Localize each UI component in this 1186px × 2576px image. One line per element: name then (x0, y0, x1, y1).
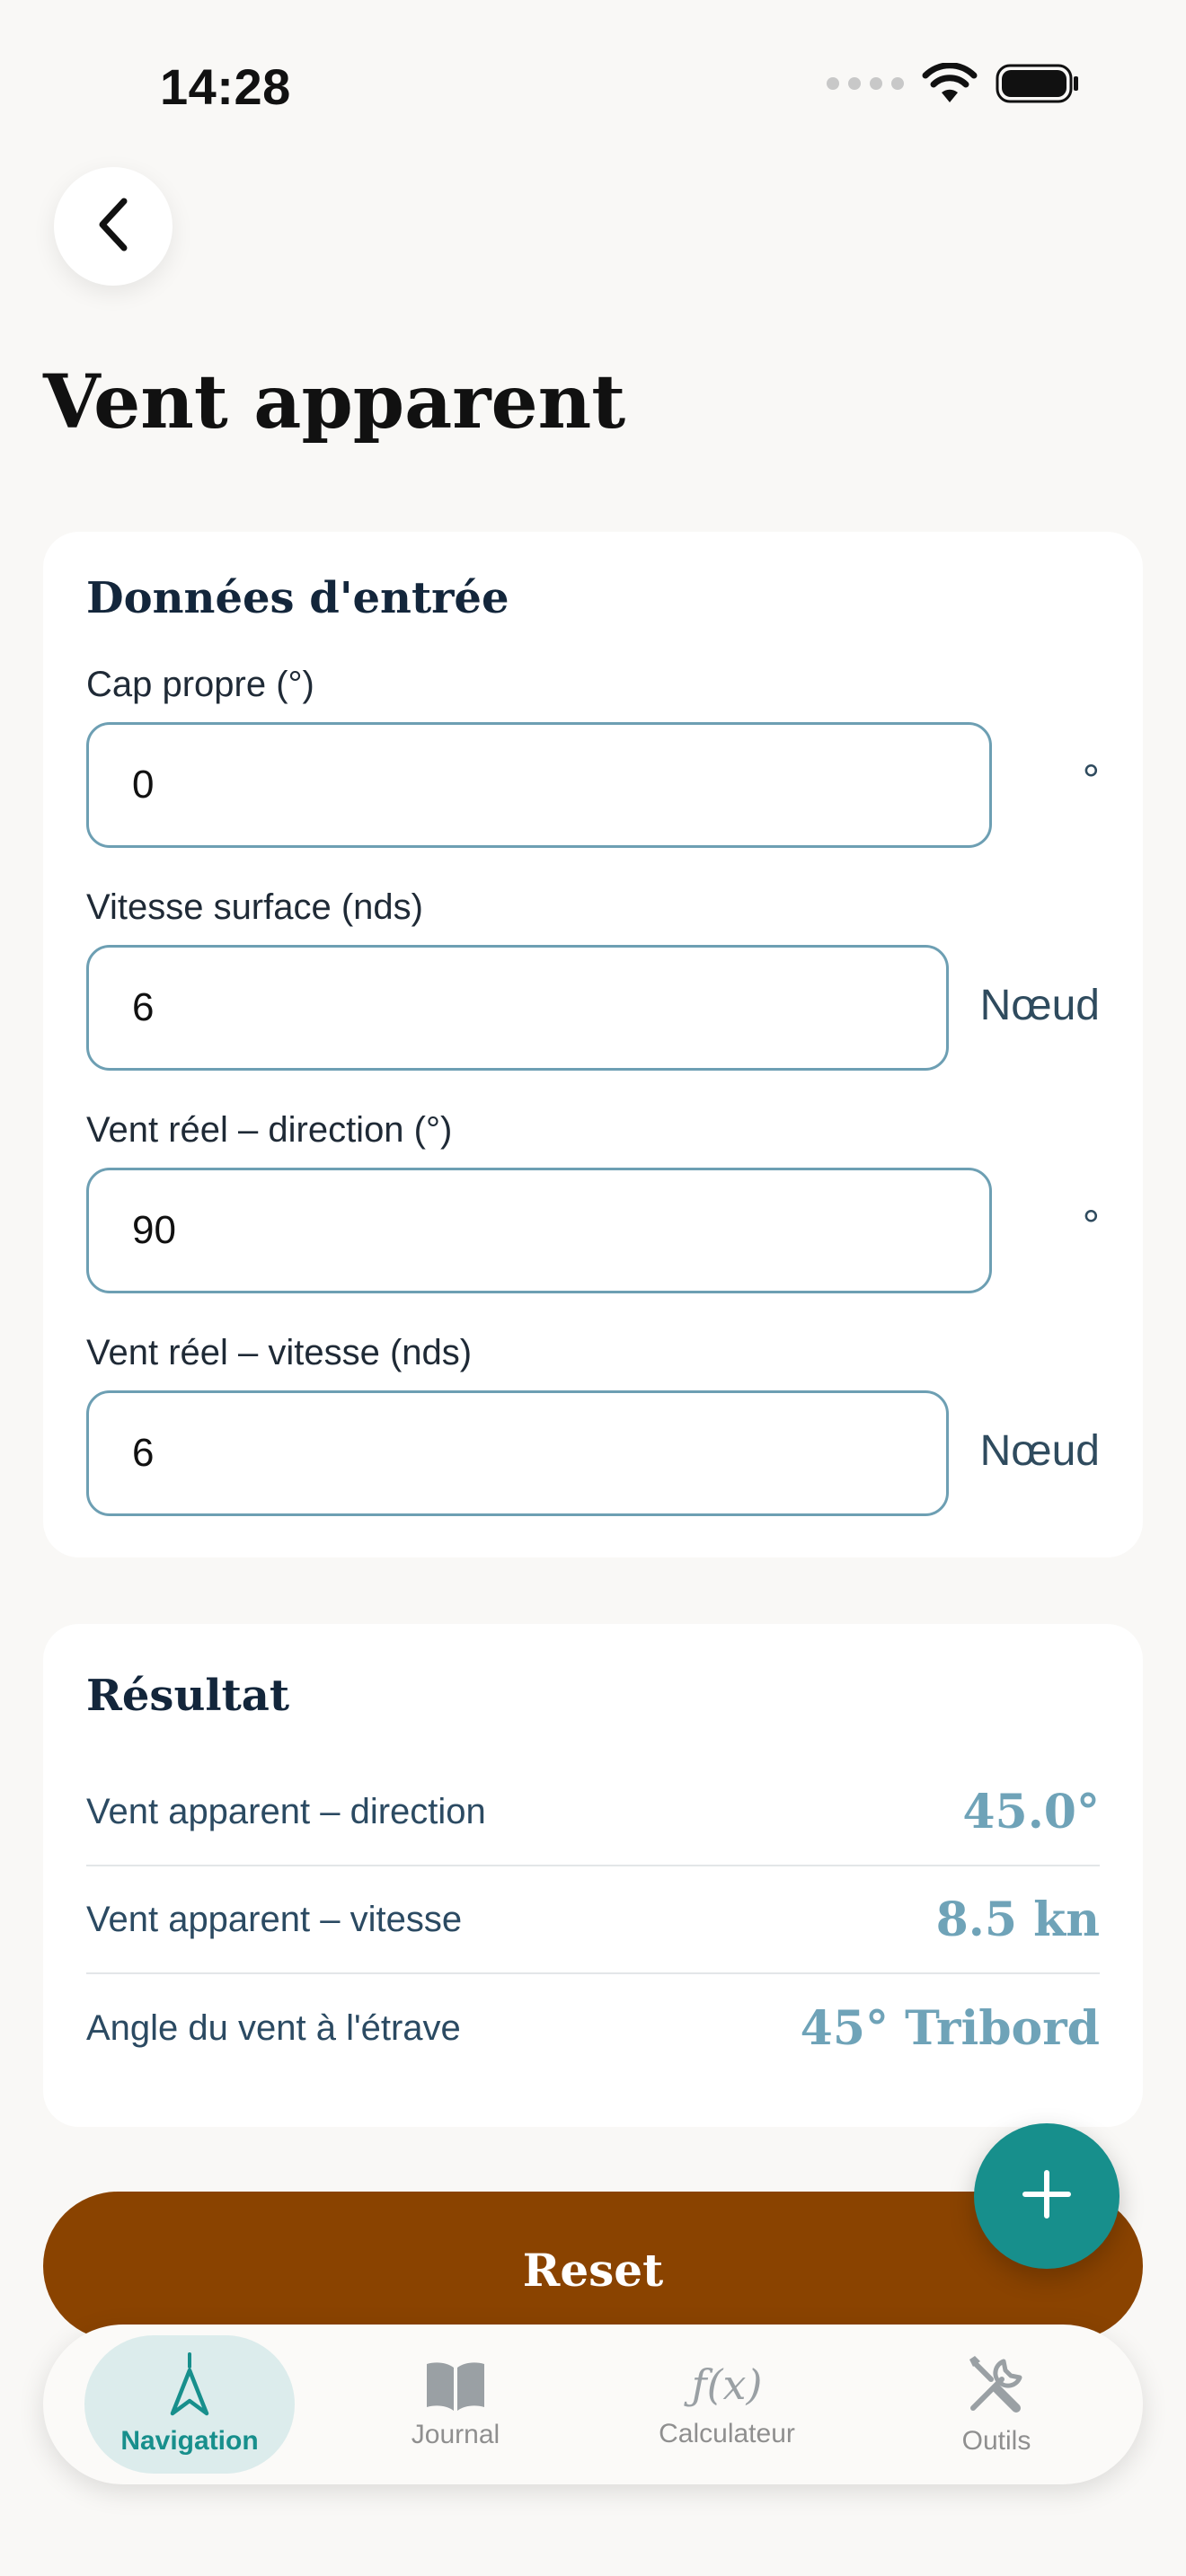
cellular-signal-icon (827, 77, 904, 90)
heading-label: Cap propre (°) (86, 665, 314, 704)
status-time: 14:28 (160, 58, 291, 115)
tab-navigation-label: Navigation (120, 2426, 259, 2456)
result-card: Résultat Vent apparent – direction 45.0°… (43, 1624, 1143, 2127)
heading-unit: ° (1082, 757, 1100, 805)
wind-angle-bow-label: Angle du vent à l'étrave (86, 2007, 461, 2048)
status-icons (827, 63, 1080, 104)
apparent-wind-speed-label: Vent apparent – vitesse (86, 1899, 463, 1939)
result-row: Vent apparent – vitesse 8.5 kn (86, 1866, 1100, 1974)
status-bar: 14:28 (0, 0, 1186, 171)
tab-bar: Navigation Journal ƒ(x) Calculateur Outi… (43, 2325, 1143, 2484)
battery-icon (996, 63, 1080, 104)
true-wind-speed-value: 6 (132, 1431, 155, 1475)
navigation-arrow-icon (167, 2352, 212, 2417)
book-icon (423, 2359, 488, 2411)
tab-navigation[interactable]: Navigation (84, 2335, 295, 2474)
back-button[interactable] (54, 167, 173, 286)
function-icon: ƒ(x) (691, 2360, 763, 2409)
heading-input[interactable]: 0 (86, 722, 992, 848)
input-card: Données d'entrée Cap propre (°) 0 ° Vite… (43, 532, 1143, 1557)
tab-calculator[interactable]: ƒ(x) Calculateur (622, 2335, 832, 2474)
tools-icon (964, 2352, 1029, 2417)
boat-speed-input[interactable]: 6 (86, 945, 949, 1071)
true-wind-direction-value: 90 (132, 1208, 176, 1252)
add-button[interactable] (974, 2123, 1120, 2269)
chevron-left-icon (93, 196, 133, 258)
result-row: Vent apparent – direction 45.0° (86, 1759, 1100, 1866)
tab-calculator-label: Calculateur (659, 2419, 795, 2448)
true-wind-speed-unit: Nœud (979, 1427, 1100, 1475)
boat-speed-unit: Nœud (979, 982, 1100, 1029)
plus-icon (1020, 2167, 1074, 2226)
apparent-wind-speed-value: 8.5 kn (935, 1892, 1100, 1947)
true-wind-direction-unit: ° (1082, 1203, 1100, 1250)
tab-tools[interactable]: Outils (891, 2335, 1102, 2474)
wifi-icon (922, 63, 978, 104)
true-wind-direction-input[interactable]: 90 (86, 1168, 992, 1293)
wind-angle-bow-value: 45° Tribord (800, 2000, 1100, 2056)
boat-speed-value: 6 (132, 985, 155, 1029)
page-title: Vent apparent (43, 359, 626, 446)
heading-value: 0 (132, 763, 155, 807)
result-card-title: Résultat (86, 1671, 290, 1721)
true-wind-speed-input[interactable]: 6 (86, 1390, 949, 1516)
true-wind-speed-label: Vent réel – vitesse (nds) (86, 1333, 473, 1372)
tab-journal[interactable]: Journal (350, 2335, 561, 2474)
true-wind-direction-label: Vent réel – direction (°) (86, 1110, 453, 1150)
result-row: Angle du vent à l'étrave 45° Tribord (86, 1974, 1100, 2082)
boat-speed-label: Vitesse surface (nds) (86, 887, 423, 927)
tab-tools-label: Outils (961, 2426, 1031, 2456)
apparent-wind-direction-label: Vent apparent – direction (86, 1791, 486, 1831)
apparent-wind-direction-value: 45.0° (962, 1784, 1100, 1839)
input-card-title: Données d'entrée (86, 573, 509, 623)
tab-journal-label: Journal (411, 2420, 500, 2449)
